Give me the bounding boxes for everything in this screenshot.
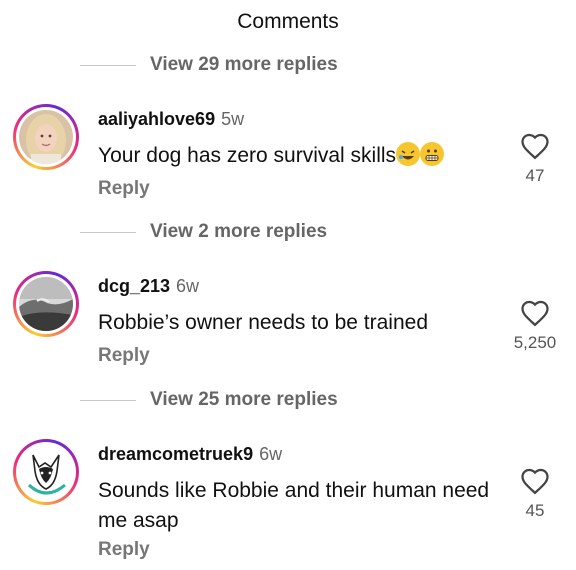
- view-replies-label: View 2 more replies: [150, 221, 328, 242]
- heart-outline-icon[interactable]: [520, 132, 550, 160]
- like-count: 45: [525, 501, 545, 520]
- avatar-image: [19, 110, 73, 164]
- view-replies-label: View 25 more replies: [150, 389, 338, 410]
- comment-text: Robbie’s owner needs to be trained: [98, 311, 429, 334]
- reply-button[interactable]: Reply: [98, 345, 150, 367]
- page-title: Comments: [237, 10, 339, 33]
- avatar[interactable]: [13, 439, 79, 505]
- heart-outline-icon[interactable]: [520, 299, 550, 327]
- comment-text: Sounds like Robbie and their human need …: [98, 479, 490, 532]
- divider: [80, 64, 136, 66]
- divider: [80, 399, 136, 401]
- avatar-image: [19, 277, 73, 331]
- like-control: 5,250: [500, 299, 570, 353]
- comment-username[interactable]: aaliyahlove69: [98, 109, 215, 129]
- avatar[interactable]: [13, 271, 79, 337]
- like-count: 47: [525, 166, 545, 185]
- view-more-replies-button[interactable]: View 2 more replies: [80, 220, 327, 244]
- grimacing-emoji-icon: [420, 142, 445, 166]
- avatar[interactable]: [13, 104, 79, 170]
- view-more-replies-button[interactable]: View 29 more replies: [80, 53, 338, 77]
- comment-text: Your dog has zero survival skills: [98, 141, 508, 171]
- like-control: 45: [500, 467, 570, 521]
- like-count: 5,250: [513, 333, 557, 352]
- divider: [80, 231, 136, 233]
- comment-time: 5w: [221, 109, 245, 129]
- comment-time: 6w: [176, 276, 200, 296]
- avatar-image: [19, 445, 73, 499]
- rofl-emoji-icon: [396, 142, 421, 166]
- comment-username[interactable]: dcg_213: [98, 276, 170, 296]
- comment-time: 6w: [259, 444, 283, 464]
- reply-button[interactable]: Reply: [98, 178, 150, 200]
- view-replies-label: View 29 more replies: [150, 54, 338, 75]
- like-control: 47: [500, 132, 570, 186]
- heart-outline-icon[interactable]: [520, 467, 550, 495]
- view-more-replies-button[interactable]: View 25 more replies: [80, 388, 338, 412]
- comment-username[interactable]: dreamcometruek9: [98, 444, 253, 464]
- reply-button[interactable]: Reply: [98, 539, 150, 561]
